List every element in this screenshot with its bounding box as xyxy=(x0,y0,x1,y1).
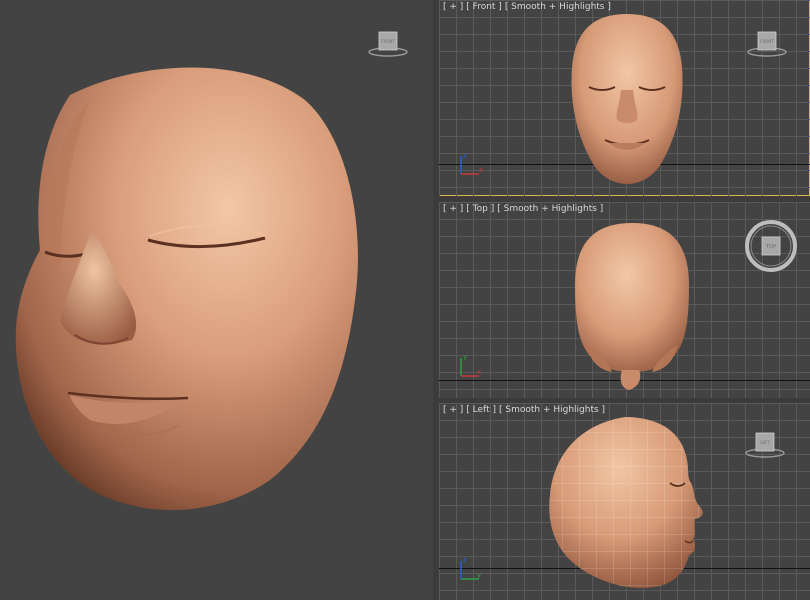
axis-y-label: y xyxy=(463,353,467,361)
viewcube-label: LEFT xyxy=(760,440,770,445)
viewport-label[interactable]: [ + ][ Left ][ Smooth + Highlights ] xyxy=(443,405,608,415)
viewport-label[interactable]: [ + ][ Top ][ Smooth + Highlights ] xyxy=(443,204,606,214)
axis-tripod-icon: z y xyxy=(453,553,483,583)
head-model-front[interactable] xyxy=(567,12,687,187)
viewcube-icon[interactable]: FRONT xyxy=(745,28,789,58)
viewport-shading-mode[interactable]: [ Smooth + Highlights ] xyxy=(497,204,603,214)
axis-x-label: x xyxy=(479,166,483,174)
viewcube-label: TOP xyxy=(765,244,776,250)
viewport-shading-mode[interactable]: [ Smooth + Highlights ] xyxy=(499,405,605,415)
viewport-view-name[interactable]: [ Left ] xyxy=(466,405,496,415)
viewport-menu-plus[interactable]: [ + ] xyxy=(443,2,463,12)
axis-x-label: x xyxy=(477,368,481,376)
viewcube-label: FRONT xyxy=(760,39,774,44)
viewport-label[interactable]: [ + ][ Front ][ Smooth + Highlights ] xyxy=(443,2,614,12)
viewport-view-name[interactable]: [ Front ] xyxy=(466,2,502,12)
viewport-menu-plus[interactable]: [ + ] xyxy=(443,204,463,214)
steering-wheel-icon[interactable]: TOP xyxy=(743,218,799,274)
axis-z-label: z xyxy=(463,152,467,160)
viewcube-icon[interactable]: LEFT xyxy=(743,429,787,459)
front-viewport[interactable]: [ + ][ Front ][ Smooth + Highlights ] FR… xyxy=(439,0,810,196)
head-model-perspective[interactable] xyxy=(0,0,433,600)
viewport-layout: FRONT [+] [Front] [Smooth + Highlig… xyxy=(0,0,810,600)
viewport-menu-plus[interactable]: [ + ] xyxy=(443,405,463,415)
axis-z-label: z xyxy=(463,556,467,564)
viewport-shading-mode[interactable]: [ Smooth + Highlights ] xyxy=(505,2,611,12)
top-viewport[interactable]: [ + ][ Top ][ Smooth + Highlights ] TOP xyxy=(439,202,810,398)
axis-tripod-icon: y x xyxy=(453,350,483,380)
viewport-view-name[interactable]: [ Top ] xyxy=(466,204,494,214)
left-viewport[interactable]: [ + ][ Left ][ Smooth + Highlights ] LEF… xyxy=(439,403,810,600)
head-model-top[interactable] xyxy=(567,220,697,395)
perspective-viewport[interactable]: FRONT xyxy=(0,0,433,600)
head-model-left[interactable] xyxy=(545,415,715,600)
axis-tripod-icon: z x xyxy=(453,150,483,180)
axis-y-label: y xyxy=(477,571,481,579)
